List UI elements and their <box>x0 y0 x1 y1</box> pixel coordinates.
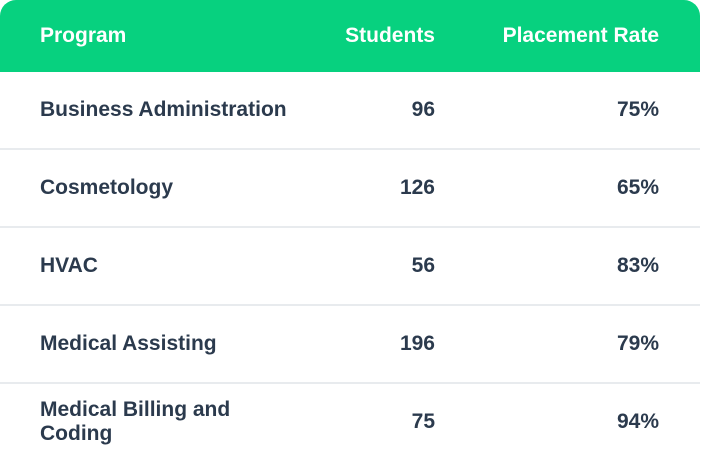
cell-placement-rate: 94% <box>616 410 659 433</box>
column-header-program[interactable]: Program <box>0 24 300 48</box>
cell-placement-rate: 75% <box>616 98 659 121</box>
cell-placement-rate: 83% <box>616 254 659 277</box>
cell-students: 75 <box>411 410 435 433</box>
cell-program: Medical Assisting <box>40 332 217 355</box>
cell-students: 126 <box>399 176 435 199</box>
cell-placement-rate: 79% <box>616 332 659 355</box>
cell-program: Cosmetology <box>40 176 174 199</box>
column-header-students[interactable]: Students <box>300 24 435 48</box>
table-row: HVAC 56 83% <box>0 228 700 306</box>
table-header-row: Program Students Placement Rate <box>0 0 700 72</box>
table-row: Medical Billing and Coding 75 94% <box>0 384 700 460</box>
cell-program: Business Administration <box>40 98 287 121</box>
cell-students: 196 <box>399 332 435 355</box>
cell-placement-rate: 65% <box>616 176 659 199</box>
cell-program: Medical Billing and Coding <box>40 398 231 445</box>
cell-program: HVAC <box>40 254 98 277</box>
table-row: Medical Assisting 196 79% <box>0 306 700 384</box>
table-row: Business Administration 96 75% <box>0 72 700 150</box>
table-row: Cosmetology 126 65% <box>0 150 700 228</box>
cell-students: 96 <box>411 98 435 121</box>
column-header-placement-rate[interactable]: Placement Rate <box>435 24 659 48</box>
program-placement-table: Program Students Placement Rate Business… <box>0 0 700 460</box>
cell-students: 56 <box>411 254 435 277</box>
